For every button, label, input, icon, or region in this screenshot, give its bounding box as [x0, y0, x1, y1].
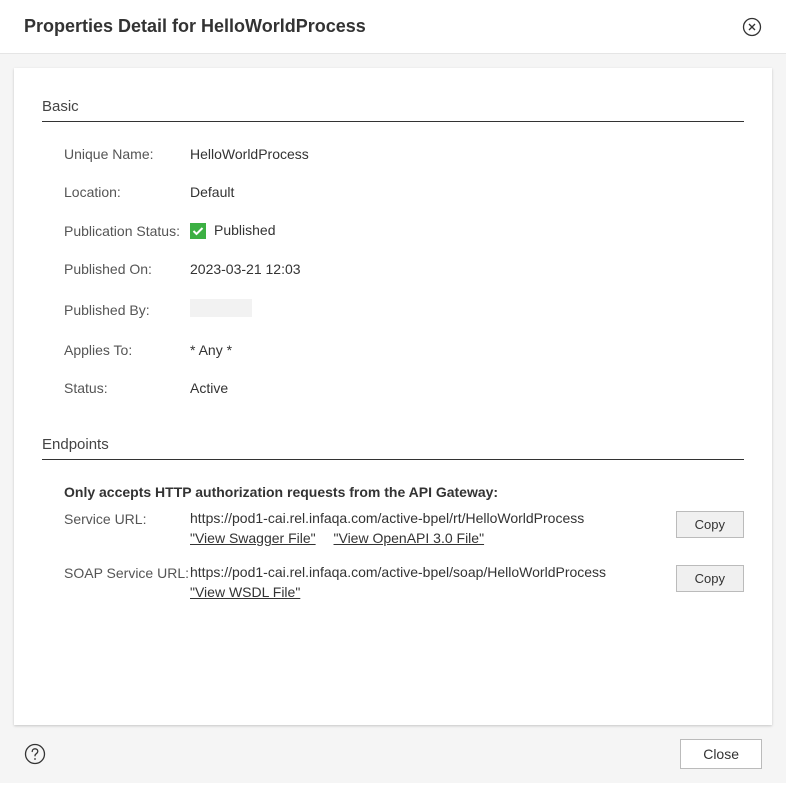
publication-status-text: Published [214, 222, 276, 238]
redacted-value [190, 299, 252, 317]
field-label: Unique Name: [64, 146, 190, 162]
field-value: Published [190, 222, 276, 239]
basic-section-title: Basic [42, 98, 744, 115]
copy-soap-url-button[interactable]: Copy [676, 565, 744, 592]
field-location: Location: Default [42, 184, 744, 200]
field-label: Location: [64, 184, 190, 200]
endpoint-service-url: Service URL: https://pod1-cai.rel.infaqa… [42, 510, 744, 546]
field-applies-to: Applies To: * Any * [42, 342, 744, 358]
section-divider [42, 459, 744, 460]
checkmark-icon [190, 223, 206, 239]
endpoint-soap-url: SOAP Service URL: https://pod1-cai.rel.i… [42, 564, 744, 600]
close-button[interactable]: Close [680, 739, 762, 769]
endpoint-label: SOAP Service URL: [64, 564, 190, 581]
field-published-by: Published By: [42, 299, 744, 320]
field-unique-name: Unique Name: HelloWorldProcess [42, 146, 744, 162]
endpoint-links: "View Swagger File" "View OpenAPI 3.0 Fi… [190, 530, 664, 546]
endpoint-label: Service URL: [64, 510, 190, 527]
field-label: Publication Status: [64, 223, 190, 239]
soap-url-value: https://pod1-cai.rel.infaqa.com/active-b… [190, 564, 664, 580]
view-wsdl-link[interactable]: "View WSDL File" [190, 584, 300, 600]
content-wrapper: Basic Unique Name: HelloWorldProcess Loc… [0, 54, 786, 783]
field-value: HelloWorldProcess [190, 146, 309, 162]
field-published-on: Published On: 2023-03-21 12:03 [42, 261, 744, 277]
copy-service-url-button[interactable]: Copy [676, 511, 744, 538]
field-value: 2023-03-21 12:03 [190, 261, 301, 277]
endpoint-content: https://pod1-cai.rel.infaqa.com/active-b… [190, 510, 676, 546]
help-icon[interactable] [24, 743, 46, 765]
field-status: Status: Active [42, 380, 744, 396]
view-swagger-link[interactable]: "View Swagger File" [190, 530, 316, 546]
service-url-value: https://pod1-cai.rel.infaqa.com/active-b… [190, 510, 664, 526]
dialog-header: Properties Detail for HelloWorldProcess [0, 0, 786, 54]
field-label: Published On: [64, 261, 190, 277]
field-label: Applies To: [64, 342, 190, 358]
endpoints-section-title: Endpoints [42, 436, 744, 453]
endpoint-content: https://pod1-cai.rel.infaqa.com/active-b… [190, 564, 676, 600]
field-value: * Any * [190, 342, 232, 358]
endpoints-section: Endpoints Only accepts HTTP authorizatio… [42, 436, 744, 600]
dialog-title: Properties Detail for HelloWorldProcess [24, 16, 366, 37]
endpoint-links: "View WSDL File" [190, 584, 664, 600]
properties-panel: Basic Unique Name: HelloWorldProcess Loc… [14, 68, 772, 725]
field-label: Published By: [64, 302, 190, 318]
close-icon[interactable] [742, 17, 762, 37]
field-label: Status: [64, 380, 190, 396]
view-openapi-link[interactable]: "View OpenAPI 3.0 File" [334, 530, 485, 546]
endpoints-note: Only accepts HTTP authorization requests… [42, 484, 744, 500]
section-divider [42, 121, 744, 122]
field-value: Active [190, 380, 228, 396]
dialog-footer: Close [14, 725, 772, 769]
field-value [190, 299, 252, 320]
field-publication-status: Publication Status: Published [42, 222, 744, 239]
field-value: Default [190, 184, 234, 200]
